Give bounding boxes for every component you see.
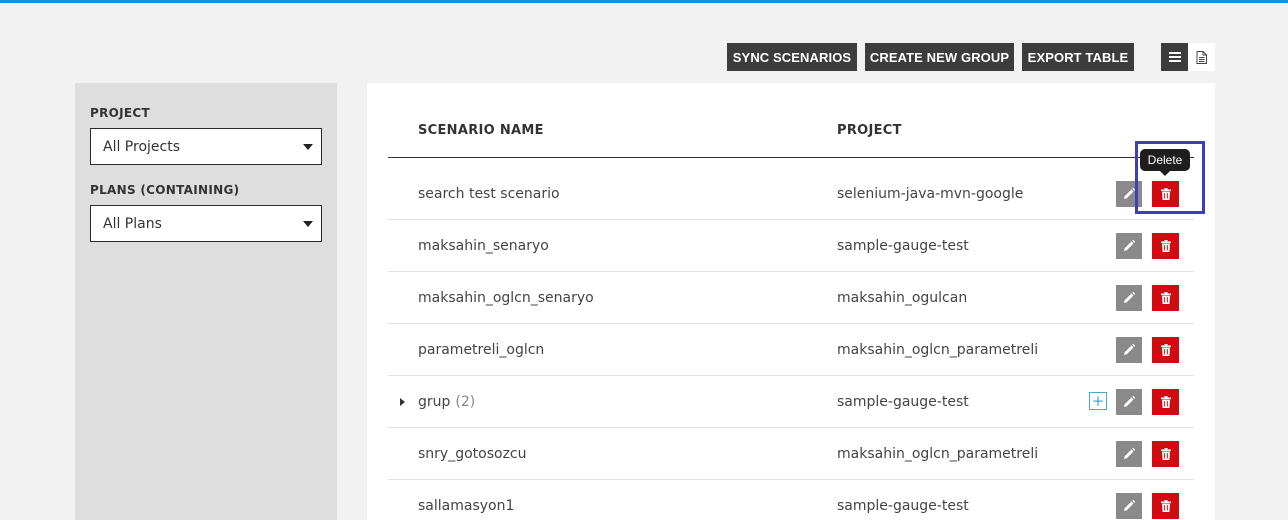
project-cell: selenium-java-mvn-google	[837, 186, 1024, 202]
sync-scenarios-button[interactable]: SYNC SCENARIOS	[727, 43, 857, 71]
delete-button[interactable]	[1152, 441, 1179, 467]
table-row: snry_gotosozcu maksahin_oglcn_parametreli	[388, 428, 1194, 480]
caret-down-icon	[303, 144, 313, 150]
edit-button[interactable]	[1116, 337, 1142, 363]
project-cell: sample-gauge-test	[837, 394, 969, 410]
project-cell: maksahin_ogulcan	[837, 290, 968, 306]
list-view-button[interactable]	[1161, 43, 1188, 71]
table-row: maksahin_senaryo sample-gauge-test	[388, 220, 1194, 272]
delete-button[interactable]	[1152, 389, 1179, 415]
header-divider	[388, 157, 1194, 158]
scenario-name-cell: snry_gotosozcu	[418, 428, 527, 480]
toolbar: SYNC SCENARIOS CREATE NEW GROUP EXPORT T…	[727, 43, 1134, 71]
list-icon	[1168, 52, 1181, 62]
table-row: parametreli_oglcn maksahin_oglcn_parametr…	[388, 324, 1194, 376]
view-toggle	[1161, 43, 1215, 71]
trash-icon	[1160, 448, 1171, 460]
create-new-group-button[interactable]: CREATE NEW GROUP	[865, 43, 1014, 71]
project-cell: maksahin_oglcn_parametreli	[837, 342, 1039, 358]
trash-icon	[1160, 240, 1171, 252]
table-row: sallamasyon1 sample-gauge-test	[388, 480, 1194, 520]
pencil-icon	[1124, 500, 1135, 511]
scenario-table-panel: SCENARIO NAME PROJECT search test scenar…	[367, 83, 1215, 520]
delete-button[interactable]	[1152, 493, 1179, 519]
pencil-icon	[1124, 344, 1135, 355]
project-select[interactable]: All Projects	[90, 128, 322, 165]
delete-button[interactable]	[1152, 285, 1179, 311]
tooltip-arrow	[1160, 171, 1170, 176]
edit-button[interactable]	[1116, 389, 1142, 415]
add-to-group-button[interactable]: +	[1089, 392, 1107, 410]
scenario-name: sallamasyon1	[418, 498, 515, 514]
edit-button[interactable]	[1116, 233, 1142, 259]
group-count: (2)	[455, 394, 476, 410]
pencil-icon	[1124, 448, 1135, 459]
pencil-icon	[1124, 396, 1135, 407]
export-table-button[interactable]: EXPORT TABLE	[1022, 43, 1134, 71]
document-icon	[1196, 50, 1207, 64]
edit-button[interactable]	[1116, 285, 1142, 311]
scenario-name-cell: parametreli_oglcn	[418, 324, 544, 376]
plans-filter-label: PLANS (CONTAINING)	[90, 183, 240, 197]
project-filter-label: PROJECT	[90, 106, 150, 120]
edit-button[interactable]	[1116, 441, 1142, 467]
pencil-icon	[1124, 292, 1135, 303]
pencil-icon	[1124, 240, 1135, 251]
scenario-name-cell: grup (2)	[418, 376, 475, 428]
column-header-project[interactable]: PROJECT	[837, 123, 902, 138]
scenario-name: search test scenario	[418, 186, 560, 202]
expand-caret-icon[interactable]	[400, 398, 405, 406]
project-cell: sample-gauge-test	[837, 238, 969, 254]
plus-icon: +	[1091, 391, 1105, 410]
caret-down-icon	[303, 221, 313, 227]
edit-button[interactable]	[1116, 493, 1142, 519]
scenario-name: maksahin_senaryo	[418, 238, 549, 254]
trash-icon	[1160, 500, 1171, 512]
trash-icon	[1160, 292, 1171, 304]
document-view-button[interactable]	[1188, 43, 1215, 71]
project-select-value: All Projects	[103, 138, 180, 155]
group-row: grup (2) sample-gauge-test +	[388, 376, 1194, 428]
scenario-name: snry_gotosozcu	[418, 446, 527, 462]
scenario-name-cell: maksahin_senaryo	[418, 220, 549, 272]
project-cell: maksahin_oglcn_parametreli	[837, 446, 1039, 462]
scenario-name: maksahin_oglcn_senaryo	[418, 290, 594, 306]
scenario-name-cell: search test scenario	[418, 168, 560, 220]
table-row: search test scenario selenium-java-mvn-go…	[388, 168, 1194, 220]
scenario-name: parametreli_oglcn	[418, 342, 545, 358]
filter-sidebar: PROJECT All Projects PLANS (CONTAINING) …	[75, 83, 337, 520]
project-cell: sample-gauge-test	[837, 498, 969, 514]
delete-button[interactable]	[1152, 233, 1179, 259]
scenario-name: grup	[418, 394, 451, 410]
plans-select[interactable]: All Plans	[90, 205, 322, 242]
delete-button[interactable]	[1152, 337, 1179, 363]
top-accent-bar	[0, 0, 1288, 3]
column-header-scenario-name[interactable]: SCENARIO NAME	[418, 123, 544, 138]
plans-select-value: All Plans	[103, 215, 162, 232]
delete-tooltip: Delete	[1140, 149, 1190, 171]
trash-icon	[1160, 396, 1171, 408]
scenario-name-cell: maksahin_oglcn_senaryo	[418, 272, 594, 324]
trash-icon	[1160, 344, 1171, 356]
table-row: maksahin_oglcn_senaryo maksahin_ogulcan	[388, 272, 1194, 324]
pencil-icon	[1124, 188, 1135, 199]
scenario-name-cell: sallamasyon1	[418, 480, 514, 520]
